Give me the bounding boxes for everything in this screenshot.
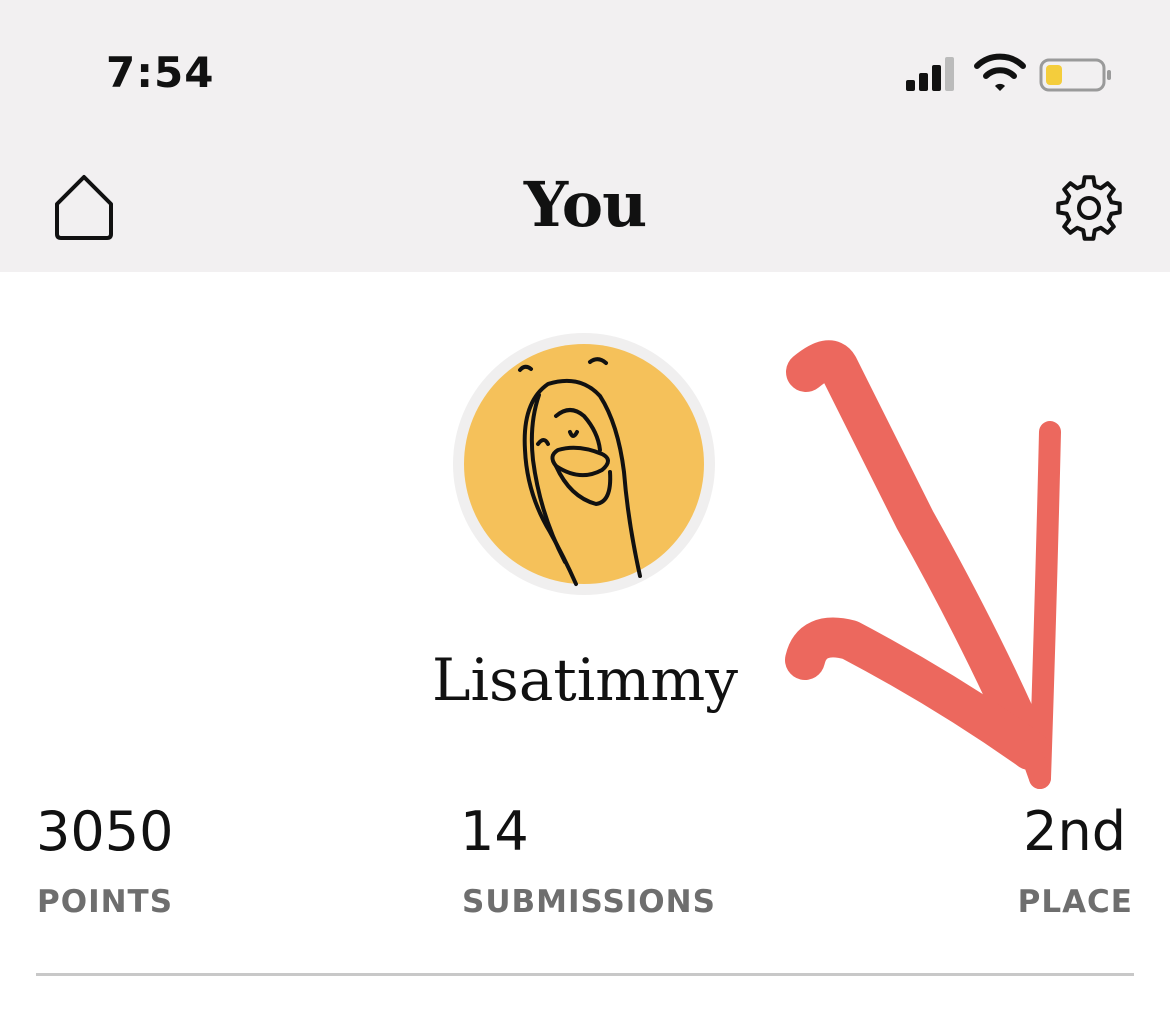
place-value: 2nd <box>1023 800 1126 863</box>
page-title: You <box>523 168 647 241</box>
submissions-value: 14 <box>460 800 529 863</box>
points-value: 3050 <box>36 800 174 863</box>
wifi-icon <box>974 53 1026 91</box>
gear-icon[interactable] <box>1052 171 1126 245</box>
submissions-label: SUBMISSIONS <box>462 884 716 920</box>
status-icons <box>906 53 1111 92</box>
place-label: PLACE <box>1017 884 1133 920</box>
points-label: POINTS <box>37 884 174 920</box>
divider <box>36 973 1134 976</box>
status-time: 7:54 <box>106 48 215 97</box>
battery-icon <box>1039 58 1111 92</box>
username: Lisatimmy <box>431 646 739 714</box>
cellular-signal-icon <box>906 57 954 91</box>
avatar[interactable] <box>452 332 716 596</box>
